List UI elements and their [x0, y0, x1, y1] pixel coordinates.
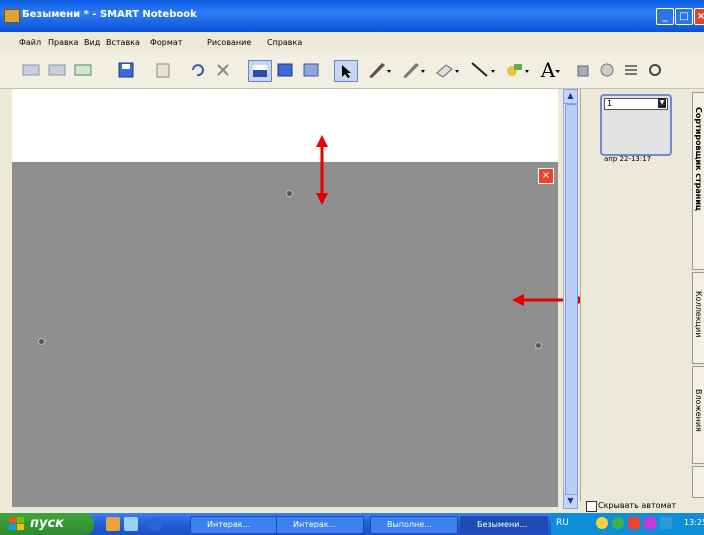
close-window-button[interactable]: × [694, 8, 704, 25]
menu-format[interactable]: Формат [150, 38, 182, 47]
quicklaunch-ie-icon[interactable] [148, 517, 162, 531]
next-page-icon[interactable] [46, 60, 68, 80]
menu-insert[interactable]: Вставка [106, 38, 140, 47]
properties-icon[interactable] [596, 60, 618, 80]
prev-page-icon[interactable] [20, 60, 42, 80]
maximize-button[interactable]: □ [675, 8, 693, 25]
menu-draw[interactable]: Рисование [207, 38, 251, 47]
taskbar-button-4[interactable]: Безымени... [460, 516, 548, 534]
smart-notebook-app-icon[interactable] [4, 9, 20, 23]
thumbnail-timestamp: апр 22-13:17 [604, 155, 652, 163]
language-indicator[interactable]: RU [556, 518, 569, 528]
scroll-down-button[interactable]: ▼ [563, 494, 578, 509]
menu-file[interactable]: Файл [19, 38, 41, 47]
taskbar-button-2[interactable]: Интерак... [276, 516, 364, 534]
pen-icon[interactable] [364, 60, 394, 80]
capture-icon[interactable] [300, 60, 322, 80]
shape-icon[interactable] [502, 60, 532, 80]
delete-icon[interactable] [212, 60, 234, 80]
undo-icon[interactable] [186, 60, 208, 80]
tray-icon-4[interactable] [644, 517, 656, 529]
tab-attachments[interactable]: Вложения [692, 366, 704, 464]
add-page-icon[interactable] [72, 60, 94, 80]
select-arrow-icon[interactable] [334, 60, 358, 82]
resize-handle-left[interactable] [38, 338, 45, 345]
line-icon[interactable] [468, 60, 498, 80]
windows-logo-icon [9, 517, 25, 531]
creative-pen-icon[interactable] [398, 60, 428, 80]
menu-bar: Файл Правка Вид Вставка Формат Рисование… [0, 36, 704, 50]
scroll-up-button[interactable]: ▲ [563, 89, 578, 104]
menu-view[interactable]: Вид [84, 38, 100, 47]
fullscreen-icon[interactable] [274, 60, 296, 80]
auto-hide-label: Скрывать автомат [598, 501, 677, 510]
more-icon[interactable] [644, 60, 666, 80]
toolbar: A [0, 52, 704, 89]
fill-icon[interactable] [572, 60, 594, 80]
resize-handle-right[interactable] [535, 342, 542, 349]
page-canvas[interactable] [12, 89, 558, 162]
tray-icon-3[interactable] [628, 517, 640, 529]
tab-extra[interactable] [692, 466, 704, 498]
taskbar-button-1[interactable]: Интерак... [190, 516, 278, 534]
quicklaunch-desktop-icon[interactable] [124, 517, 138, 531]
auto-hide-checkbox[interactable] [586, 501, 597, 512]
tray-icon-1[interactable] [596, 517, 608, 529]
tab-page-sorter[interactable]: Сортировщик страниц [692, 92, 704, 270]
minimize-button[interactable]: _ [656, 8, 674, 25]
menu-edit[interactable]: Правка [48, 38, 78, 47]
tray-icon-5[interactable] [660, 517, 672, 529]
screen-shade-icon[interactable] [248, 60, 272, 82]
thumbnail-menu-dropdown[interactable]: ▼ [658, 98, 666, 108]
tab-collections[interactable]: Коллекции [692, 272, 704, 364]
start-label: пуск [30, 516, 64, 531]
window-title: Безымени * - SMART Notebook [22, 9, 197, 20]
resize-handle-top[interactable] [286, 190, 293, 197]
paste-icon[interactable] [152, 60, 174, 80]
taskbar-button-3[interactable]: Выполне... [370, 516, 458, 534]
text-icon[interactable]: A [536, 58, 566, 82]
vertical-resize-arrow-icon [312, 135, 332, 205]
quicklaunch-app-icon[interactable] [106, 517, 120, 531]
screen-capture-area[interactable] [12, 162, 558, 507]
capture-close-button[interactable]: × [538, 168, 554, 184]
menu-help[interactable]: Справка [267, 38, 302, 47]
scroll-thumb[interactable] [565, 104, 578, 496]
save-icon[interactable] [115, 60, 137, 80]
eraser-icon[interactable] [432, 60, 462, 80]
clock: 13:25 [684, 518, 704, 527]
tray-icon-2[interactable] [612, 517, 624, 529]
list-icon[interactable] [620, 60, 642, 80]
